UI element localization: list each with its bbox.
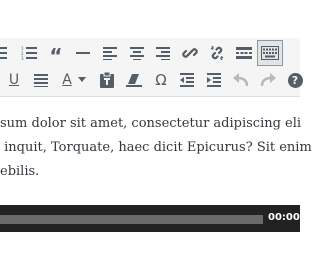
special-character-icon: Ω bbox=[155, 70, 167, 89]
underline-button[interactable]: U bbox=[1, 67, 27, 93]
blockquote-button[interactable]: “ bbox=[43, 40, 69, 66]
read-more-icon bbox=[236, 46, 252, 60]
clear-formatting-button[interactable] bbox=[121, 67, 147, 93]
special-character-button[interactable]: Ω bbox=[148, 67, 174, 93]
help-button[interactable]: ? bbox=[282, 67, 308, 93]
progress-bar[interactable] bbox=[0, 215, 263, 224]
chevron-down-icon bbox=[77, 77, 86, 83]
media-player: 00:00 bbox=[0, 205, 300, 232]
decrease-indent-icon bbox=[180, 73, 194, 87]
blockquote-icon: “ bbox=[49, 44, 63, 68]
align-left-icon bbox=[103, 46, 117, 60]
increase-indent-icon bbox=[207, 73, 221, 87]
align-center-icon bbox=[130, 46, 144, 60]
text-color-icon: A bbox=[62, 72, 72, 88]
toolbar-toggle-button[interactable] bbox=[257, 40, 283, 66]
svg-text:3: 3 bbox=[21, 56, 24, 60]
horizontal-line-icon bbox=[76, 46, 90, 60]
remove-link-button[interactable] bbox=[204, 40, 230, 66]
paste-as-text-button[interactable] bbox=[94, 67, 120, 93]
paragraph-line-1: sum dolor sit amet, consectetur adipisci… bbox=[0, 116, 302, 131]
justify-button[interactable] bbox=[28, 67, 54, 93]
increase-indent-button[interactable] bbox=[201, 67, 227, 93]
help-icon: ? bbox=[287, 72, 303, 88]
insert-link-icon bbox=[182, 45, 198, 61]
toolbar-row-1: 123 “ bbox=[0, 40, 300, 66]
undo-button[interactable] bbox=[228, 67, 254, 93]
time-display: 00:00 bbox=[268, 212, 300, 223]
horizontal-line-button[interactable] bbox=[70, 40, 96, 66]
editor-content[interactable]: sum dolor sit amet, consectetur adipisci… bbox=[0, 112, 312, 184]
remove-link-icon bbox=[209, 45, 225, 61]
align-center-button[interactable] bbox=[124, 40, 150, 66]
align-left-button[interactable] bbox=[97, 40, 123, 66]
text-color-button[interactable]: A bbox=[57, 67, 91, 93]
bullet-list-icon bbox=[0, 46, 7, 60]
paste-as-text-icon bbox=[100, 72, 114, 88]
read-more-button[interactable] bbox=[231, 40, 257, 66]
redo-button[interactable] bbox=[255, 67, 281, 93]
insert-link-button[interactable] bbox=[177, 40, 203, 66]
paragraph-line-2: inquit, Torquate, haec dicit Epicurus? S… bbox=[0, 140, 312, 155]
numbered-list-icon: 123 bbox=[21, 46, 37, 60]
clear-formatting-icon bbox=[126, 72, 142, 88]
align-right-button[interactable] bbox=[150, 40, 176, 66]
underline-icon: U bbox=[8, 72, 20, 88]
bullet-list-button[interactable] bbox=[0, 40, 12, 66]
decrease-indent-button[interactable] bbox=[174, 67, 200, 93]
justify-icon bbox=[34, 73, 48, 87]
toolbar-toggle-icon bbox=[261, 46, 279, 60]
redo-icon bbox=[260, 73, 276, 87]
toolbar-row-2: U A Ω ? bbox=[0, 67, 303, 93]
paragraph-line-3: ebilis. bbox=[0, 164, 40, 179]
numbered-list-button[interactable]: 123 bbox=[16, 40, 42, 66]
undo-icon bbox=[233, 73, 249, 87]
editor-toolbar: 123 “ U A Ω ? bbox=[0, 38, 303, 97]
align-right-icon bbox=[156, 46, 170, 60]
